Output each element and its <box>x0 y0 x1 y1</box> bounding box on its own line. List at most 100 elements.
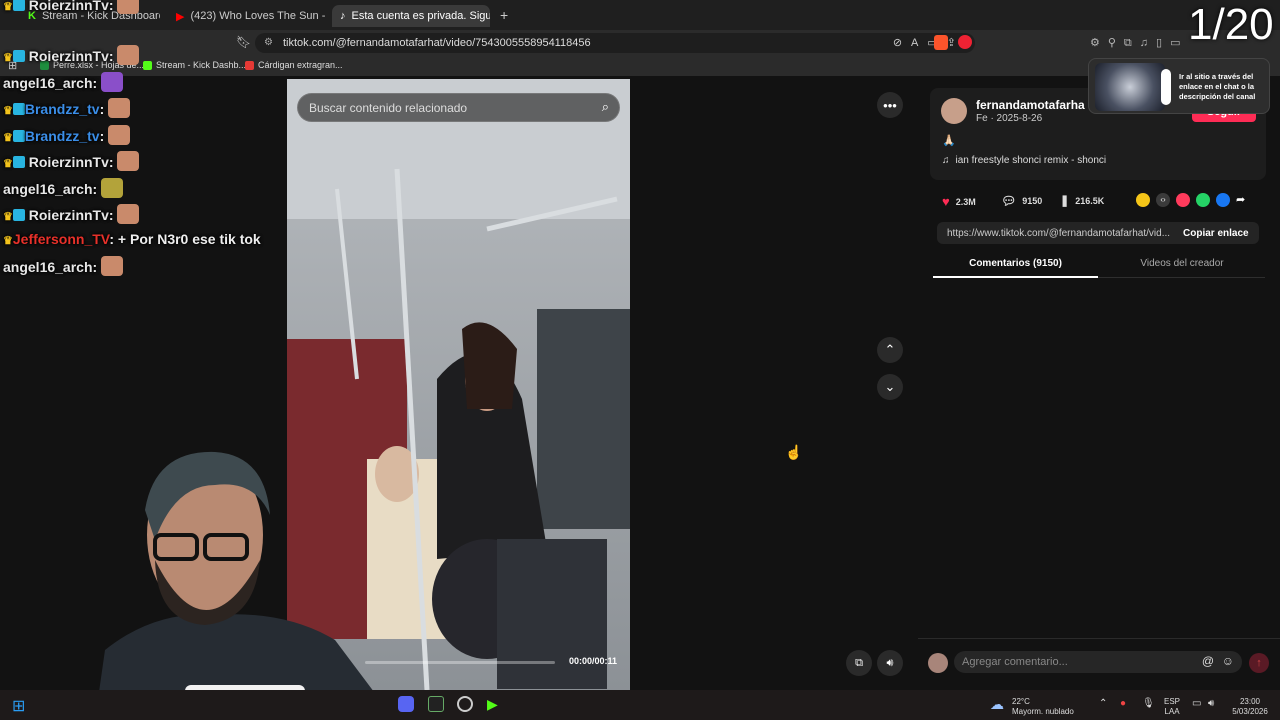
chat-message: ♛Jeffersonn_TV: + Por N3r0 ese tik tok <box>3 231 261 247</box>
chat-username: Jeffersonn_TV <box>12 231 110 247</box>
sub-badge-icon <box>12 209 25 221</box>
ellipsis-icon: ••• <box>883 97 897 113</box>
crown-icon: ♛ <box>3 52 13 64</box>
pip-button[interactable]: ⧉ <box>846 650 872 676</box>
heart-icon: ♥ <box>942 194 950 209</box>
chevron-up-icon[interactable]: ⌃ <box>1099 698 1107 709</box>
obs-icon[interactable] <box>457 696 473 712</box>
bookmark-label: Stream - Kick Dashb... <box>156 60 247 70</box>
url-text: tiktok.com/@fernandamotafarhat/video/754… <box>283 37 591 49</box>
avatar[interactable] <box>941 98 967 124</box>
bookmark-icon[interactable]: 🔖︎ <box>236 35 251 49</box>
chat-username: RoierzinnTv <box>28 48 109 64</box>
speaker-icon[interactable]: 🔊︎ <box>1208 698 1214 709</box>
more-options-button[interactable]: ••• <box>877 92 903 118</box>
music-label: ian freestyle shonci remix - shonci <box>955 155 1107 166</box>
music-note-icon: ♫ <box>942 155 950 166</box>
weather-widget[interactable]: ☁ 22°C Mayorm. nublado <box>988 697 1080 717</box>
post-comment-button[interactable]: ↑ <box>1249 653 1269 673</box>
tab-youtube[interactable]: ▶ (423) Who Loves The Sun - YouTube <box>168 5 326 27</box>
mouse-cursor-icon: ☝ <box>785 444 803 460</box>
language-indicator[interactable]: ESP LAA <box>1160 697 1184 717</box>
tab-label: Esta cuenta es privada. Sigue <box>351 10 491 22</box>
browser-tab-bar: K Stream - Kick Dashboard ▶ (423) Who Lo… <box>0 0 1280 30</box>
sub-badge-icon <box>12 50 25 62</box>
extension-icons[interactable]: ⚙⚲⧉♫▯▭ <box>1090 36 1188 50</box>
brave-shield-icon[interactable] <box>934 35 948 50</box>
emote-icon <box>117 0 140 14</box>
save-count: 216.5K <box>1075 195 1105 206</box>
share-arrow-icon[interactable]: ➦ <box>1236 193 1245 207</box>
like-count: 2.3M <box>955 196 976 207</box>
app-icon[interactable] <box>428 696 444 712</box>
notification-text: Ir al sitio a través del enlace en el ch… <box>1179 72 1256 101</box>
emote-icon <box>101 256 124 276</box>
windows-start-icon[interactable]: ⊞ <box>12 696 25 716</box>
tiktok-icon: ♪ <box>340 10 346 22</box>
copy-link-button[interactable]: Copiar enlace <box>1183 228 1249 239</box>
next-video-button[interactable]: ⌄ <box>877 374 903 400</box>
mention-icon[interactable]: @ <box>1202 654 1214 668</box>
chevron-down-icon: ⌄ <box>884 379 896 394</box>
share-link-box: https://www.tiktok.com/@fernandamotafarh… <box>937 222 1259 244</box>
emoji-icon[interactable]: ☺ <box>1222 654 1234 668</box>
save-button[interactable]: ❚ 216.5K <box>1060 194 1104 207</box>
avatar <box>928 653 948 673</box>
crown-icon: ♛ <box>3 105 13 117</box>
crown-icon: ♛ <box>3 158 13 170</box>
chat-text: + Por N3r0 ese tik tok <box>117 231 261 247</box>
bookmark-label: Cárdigan extragran... <box>258 60 343 70</box>
share-send-icon[interactable] <box>1176 193 1190 207</box>
webcam-overlay <box>95 451 395 720</box>
comment-input[interactable]: Agregar comentario... @ ☺ <box>954 651 1242 673</box>
url-input[interactable]: ⚙ tiktok.com/@fernandamotafarhat/video/7… <box>255 33 975 53</box>
share-link-text[interactable]: https://www.tiktok.com/@fernandamotafarh… <box>947 228 1175 239</box>
search-icon[interactable]: ⌕ <box>602 99 609 115</box>
previous-video-button[interactable]: ⌃ <box>877 337 903 363</box>
chat-message: angel16_arch: <box>3 256 124 276</box>
emote-icon <box>117 45 140 65</box>
lang-primary: ESP <box>1163 697 1180 706</box>
music-row[interactable]: ♫ ian freestyle shonci remix - shonci <box>942 155 1106 166</box>
bookmark-item[interactable]: Stream - Kick Dashb... <box>143 60 246 70</box>
volume-button[interactable]: 🔊︎ <box>877 650 903 676</box>
tray-app-icon[interactable]: ● <box>1120 698 1126 709</box>
comment-button[interactable]: 💬︎ 9150 <box>1001 194 1042 208</box>
crown-icon: ♛ <box>3 132 13 144</box>
whatsapp-icon[interactable] <box>1196 193 1210 207</box>
new-tab-button[interactable]: + <box>500 7 508 23</box>
clock-date: 5/03/2026 <box>1232 707 1268 716</box>
like-button[interactable]: ♥ 2.3M <box>942 194 976 209</box>
username[interactable]: fernandamotafarha <box>976 98 1085 112</box>
caption: 🙏🏻 <box>942 135 956 147</box>
facebook-icon[interactable] <box>1216 193 1230 207</box>
related-search-input[interactable]: Buscar contenido relacionado ⌕ <box>297 93 620 122</box>
embed-icon[interactable]: ‹› <box>1156 193 1170 207</box>
crown-icon: ♛ <box>3 235 13 247</box>
share-repost-icon[interactable] <box>1136 193 1150 207</box>
kick-icon[interactable]: ▶ <box>487 696 498 713</box>
chat-message: ♛ RoierzinnTv: <box>3 204 140 224</box>
discord-icon[interactable] <box>398 696 414 712</box>
emote-icon <box>108 98 131 118</box>
share-buttons: ‹› ➦ <box>1136 193 1245 207</box>
network-icon[interactable]: ▭ <box>1192 698 1201 709</box>
rewards-icon[interactable] <box>958 35 972 49</box>
notification-card: Ir al sitio a través del enlace en el ch… <box>1088 58 1270 114</box>
comments-tabs: Comentarios (9150) Videos del creador <box>933 254 1265 278</box>
bookmark-item[interactable]: Cárdigan extragran... <box>245 60 343 70</box>
tab-comments[interactable]: Comentarios (9150) <box>933 258 1098 269</box>
chevron-up-icon: ⌃ <box>884 342 896 357</box>
tab-tiktok[interactable]: ♪ Esta cuenta es privada. Sigue ✕ <box>332 5 490 27</box>
bookmark-icon: ❚ <box>1060 195 1070 207</box>
speaker-icon: 🔊︎ <box>886 656 894 669</box>
chat-username: angel16_arch <box>3 259 93 275</box>
microphone-icon[interactable]: 🎙︎ <box>1142 698 1155 709</box>
chat-message: angel16_arch: <box>3 72 124 92</box>
address-actions-icon[interactable]: ⊘A▭⇪ <box>893 36 965 49</box>
sub-badge-icon <box>12 103 25 115</box>
tab-creator-videos[interactable]: Videos del creador <box>1099 258 1265 269</box>
chat-username: angel16_arch <box>3 181 93 197</box>
clock[interactable]: 23:00 5/03/2026 <box>1226 697 1274 717</box>
site-settings-icon[interactable]: ⚙ <box>264 37 273 48</box>
